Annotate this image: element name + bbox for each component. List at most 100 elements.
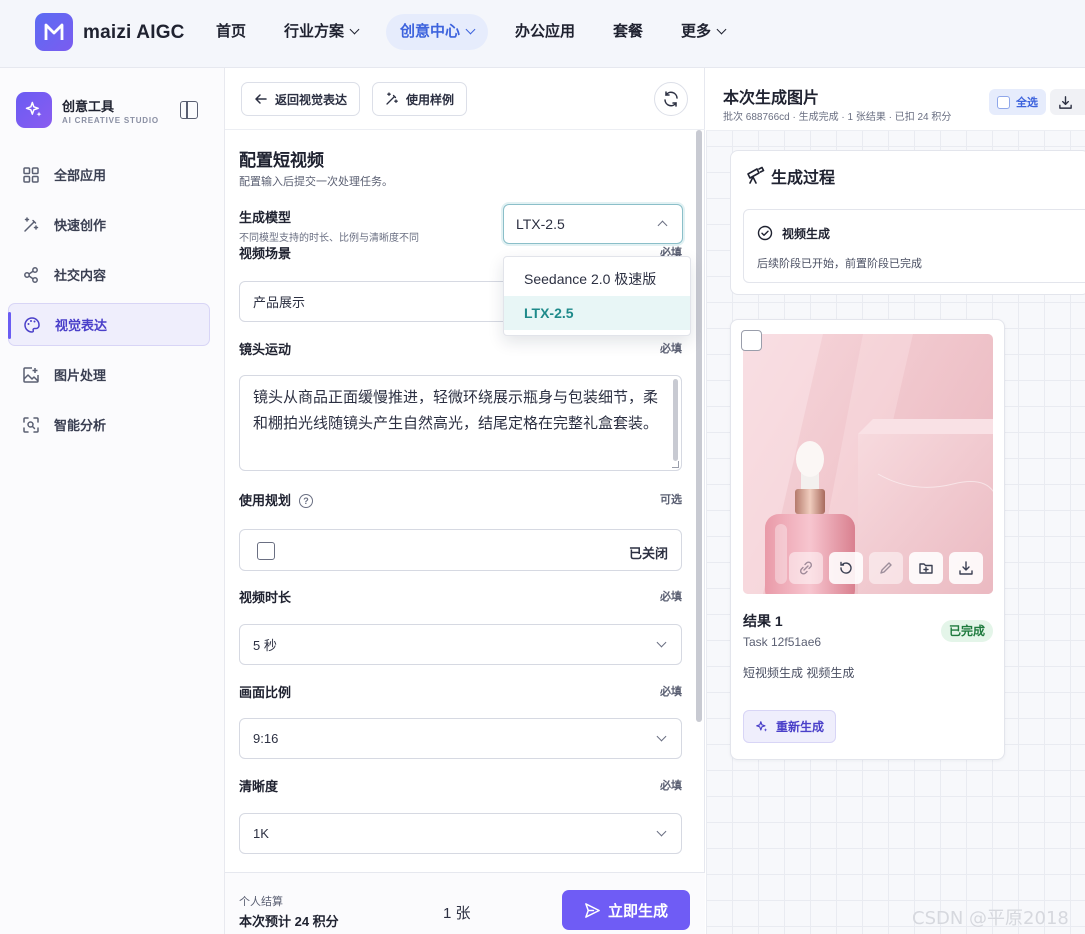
result-tags: 短视频生成 视频生成 <box>743 666 855 680</box>
duration-select[interactable]: 5 秒 <box>239 624 682 665</box>
edit-button[interactable] <box>869 552 903 584</box>
result-thumbnail[interactable] <box>743 334 993 594</box>
telescope-icon <box>747 166 765 184</box>
sidebar-item-label: 全部应用 <box>54 168 107 183</box>
use-sample-label: 使用样例 <box>406 92 455 107</box>
sidebar-subtitle: AI CREATIVE STUDIO <box>62 116 159 125</box>
nav-label: 创意中心 <box>400 23 461 40</box>
nav-plans[interactable]: 套餐 <box>599 14 657 50</box>
download-button[interactable] <box>949 552 983 584</box>
use-sample-button[interactable]: 使用样例 <box>372 82 468 116</box>
download-icon <box>1059 95 1072 109</box>
nav-office-apps[interactable]: 办公应用 <box>501 14 589 50</box>
ratio-select[interactable]: 9:16 <box>239 718 682 759</box>
refresh-button[interactable] <box>654 82 688 116</box>
nav-home[interactable]: 首页 <box>202 14 260 50</box>
select-all-label: 全选 <box>1016 97 1038 109</box>
model-option-ltx[interactable]: LTX-2.5 <box>504 296 690 330</box>
sidebar-item-social[interactable]: 社交内容 <box>8 253 210 296</box>
billing-label: 个人结算 <box>239 896 283 908</box>
top-navigation: maizi AIGC 首页 行业方案 创意中心 办公应用 套餐 更多 <box>0 0 1085 68</box>
results-meta: 批次 688766cd · 生成完成 · 1 张结果 · 已扣 24 积分 <box>723 112 952 123</box>
textarea-scrollbar[interactable] <box>673 379 678 461</box>
sidebar-item-smart-analysis[interactable]: 智能分析 <box>8 403 210 446</box>
result-actions <box>789 552 983 584</box>
ratio-required: 必填 <box>660 686 682 698</box>
plan-optional: 可选 <box>660 494 682 506</box>
regenerate-button[interactable]: 重新生成 <box>743 710 837 743</box>
download-icon <box>959 561 973 575</box>
sidebar-item-quick-create[interactable]: 快速创作 <box>8 203 210 246</box>
form-scrollbar[interactable] <box>696 130 702 722</box>
palette-icon <box>23 316 41 334</box>
process-title: 生成过程 <box>771 170 836 187</box>
rotate-icon <box>840 561 852 574</box>
brand-logo[interactable] <box>35 13 73 51</box>
resize-handle-icon[interactable] <box>672 461 679 468</box>
plan-checkbox[interactable] <box>257 542 275 560</box>
chevron-down-icon <box>656 637 667 648</box>
sparkle-icon <box>25 101 42 117</box>
regenerate-label: 重新生成 <box>776 720 825 734</box>
model-label: 生成模型 <box>239 210 292 225</box>
save-to-folder-button[interactable] <box>909 552 943 584</box>
retry-button[interactable] <box>829 552 863 584</box>
sidebar-item-image-processing[interactable]: 图片处理 <box>8 353 210 396</box>
logo-mark-icon <box>44 23 64 40</box>
sparkle-icon <box>756 720 768 732</box>
chevron-down-icon <box>656 826 667 837</box>
download-all-button[interactable] <box>1050 89 1085 115</box>
resolution-label: 清晰度 <box>239 779 279 794</box>
back-button[interactable]: 返回视觉表达 <box>241 82 361 116</box>
image-edit-icon <box>22 366 40 384</box>
sidebar-collapse-icon[interactable] <box>180 101 198 119</box>
form-subtitle: 配置输入后提交一次处理任务。 <box>239 176 393 188</box>
sidebar-item-label: 图片处理 <box>54 368 107 383</box>
chevron-down-icon <box>349 24 360 35</box>
nav-more[interactable]: 更多 <box>667 14 739 50</box>
ratio-label: 画面比例 <box>239 685 292 700</box>
results-panel: 本次生成图片 批次 688766cd · 生成完成 · 1 张结果 · 已扣 2… <box>706 68 1085 934</box>
chevron-down-icon <box>656 731 667 742</box>
pencil-icon <box>880 562 892 574</box>
result-checkbox[interactable] <box>741 330 762 351</box>
process-step-name: 视频生成 <box>782 227 831 241</box>
generate-button[interactable]: 立即生成 <box>562 890 690 930</box>
result-name: 结果 1 <box>743 613 783 629</box>
sidebar-item-all-apps[interactable]: 全部应用 <box>8 153 210 196</box>
scan-icon <box>22 416 40 434</box>
process-step-desc: 后续阶段已开始，前置阶段已完成 <box>757 258 922 270</box>
billing-estimate: 本次预计 24 积分 <box>239 914 339 929</box>
process-step: 视频生成 后续阶段已开始，前置阶段已完成 <box>743 209 1085 283</box>
results-title: 本次生成图片 <box>723 90 820 107</box>
result-card[interactable]: 结果 1 Task 12f51ae6 已完成 短视频生成 视频生成 重新生成 <box>730 319 1005 760</box>
sidebar: 创意工具 AI CREATIVE STUDIO 全部应用 快速创作 社交内容 视… <box>0 68 225 934</box>
duration-label: 视频时长 <box>239 590 292 605</box>
select-all-button[interactable]: 全选 <box>989 89 1046 115</box>
send-icon <box>585 902 600 918</box>
process-card: 生成过程 视频生成 后续阶段已开始，前置阶段已完成 <box>730 150 1085 295</box>
magic-wand-icon <box>22 216 40 234</box>
model-select[interactable]: LTX-2.5 <box>503 204 683 244</box>
resolution-select[interactable]: 1K <box>239 813 682 854</box>
brand-name: maizi AIGC <box>83 22 185 43</box>
nav-creative-center[interactable]: 创意中心 <box>386 14 489 50</box>
model-hint: 不同模型支持的时长、比例与清晰度不同 <box>239 233 419 244</box>
refresh-icon <box>664 91 678 107</box>
duration-required: 必填 <box>660 591 682 603</box>
sidebar-logo <box>16 92 52 128</box>
copy-link-button[interactable] <box>789 552 823 584</box>
plan-status: 已关闭 <box>628 546 668 561</box>
form-toolbar: 返回视觉表达 使用样例 <box>225 68 705 130</box>
sidebar-item-label: 智能分析 <box>54 418 107 433</box>
ratio-select-value: 9:16 <box>253 731 279 746</box>
nav-industry-solutions[interactable]: 行业方案 <box>270 14 372 50</box>
magic-wand-icon <box>385 92 399 106</box>
scene-label: 视频场景 <box>239 246 292 261</box>
motion-textarea[interactable]: 镜头从商品正面缓慢推进，轻微环绕展示瓶身与包装细节，柔和棚拍光线随镜头产生自然高… <box>239 375 682 471</box>
nav-label: 更多 <box>681 23 712 40</box>
help-icon[interactable]: ? <box>299 494 314 508</box>
sidebar-item-visual[interactable]: 视觉表达 <box>8 303 210 346</box>
back-button-label: 返回视觉表达 <box>275 92 348 107</box>
model-option-seedance[interactable]: Seedance 2.0 极速版 <box>504 262 690 296</box>
